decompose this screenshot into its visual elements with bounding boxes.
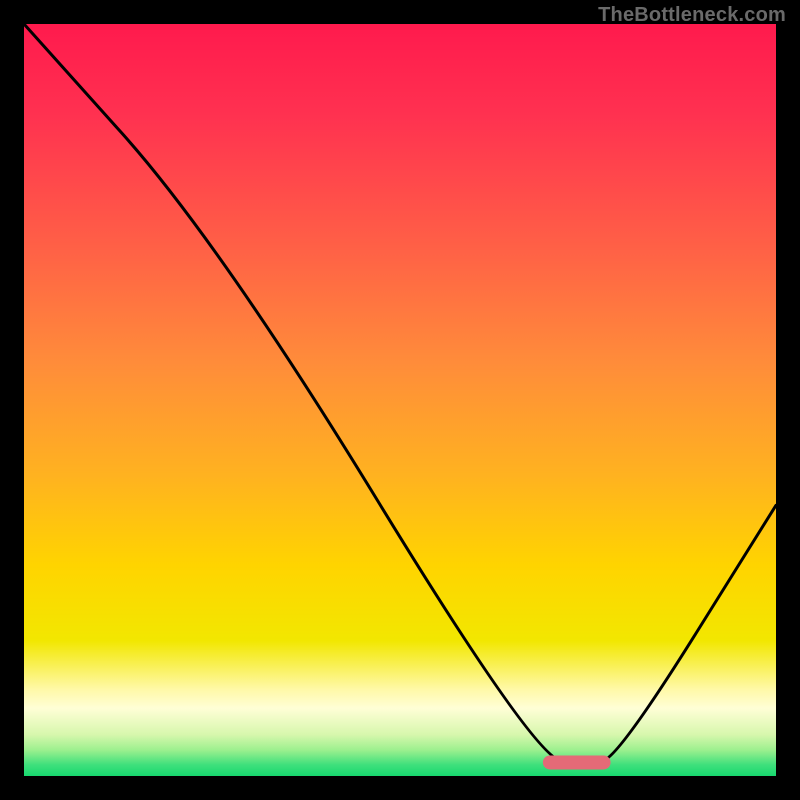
chart-container: TheBottleneck.com [0,0,800,800]
optimal-range-marker [543,755,611,769]
bottleneck-chart [0,0,800,800]
plot-background [24,24,776,776]
watermark-label: TheBottleneck.com [598,4,786,27]
